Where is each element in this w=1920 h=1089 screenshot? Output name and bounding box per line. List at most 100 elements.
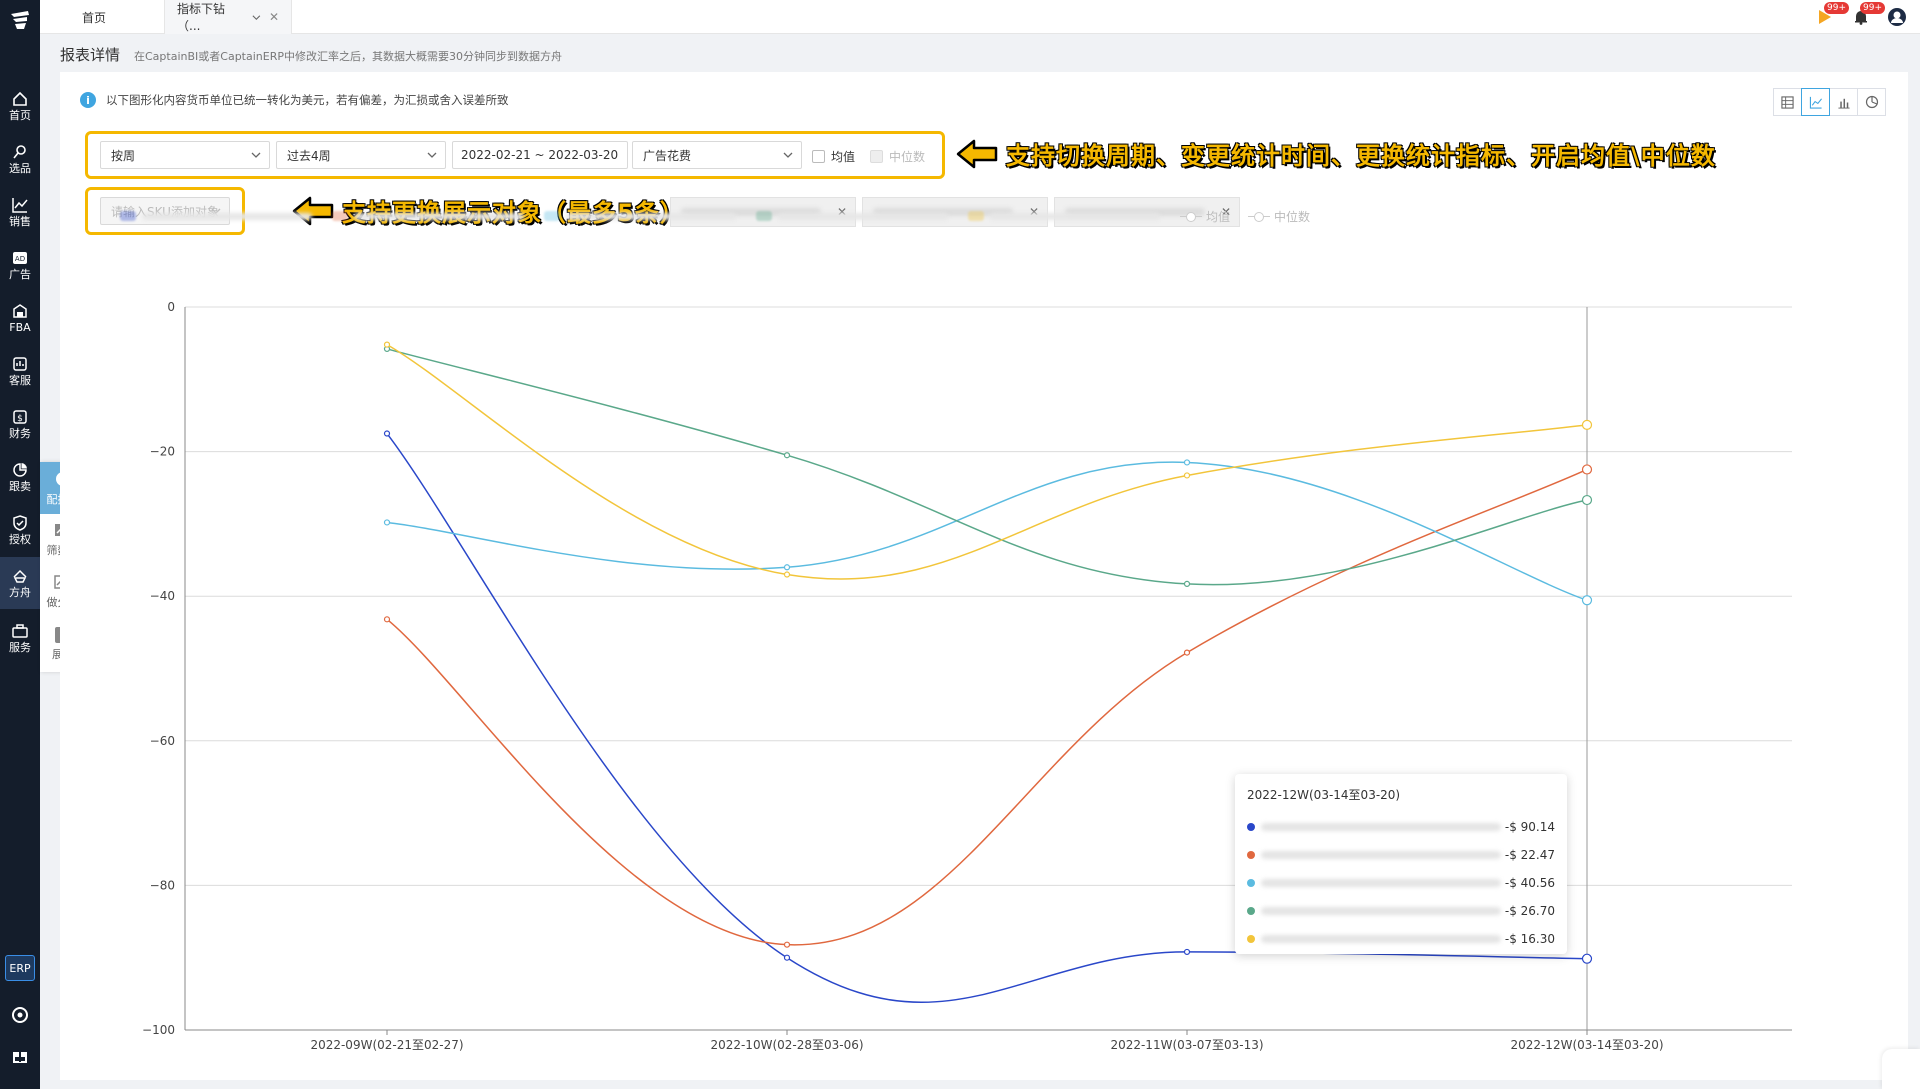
search-icon	[13, 144, 26, 158]
series-line-cyan	[386, 461, 1588, 601]
nav-label: 首页	[9, 108, 31, 122]
erp-button[interactable]: ERP	[5, 955, 35, 981]
y-tick-label: −40	[150, 589, 175, 603]
gift-icon[interactable]	[0, 1040, 40, 1070]
tooltip-dot	[1247, 879, 1255, 887]
shield-icon	[13, 514, 27, 531]
x-tick-label: 2022-11W(03-07至03-13)	[1110, 1038, 1263, 1052]
tooltip-label	[1261, 823, 1501, 831]
chevron-down-icon[interactable]	[252, 13, 261, 22]
y-tick-label: 0	[167, 300, 175, 314]
tooltip-dot	[1247, 935, 1255, 943]
data-point	[1183, 580, 1191, 588]
tooltip-label	[1261, 851, 1501, 859]
y-tick-label: −80	[150, 878, 175, 892]
data-point	[1581, 419, 1593, 430]
nav-label: 财务	[9, 426, 31, 440]
tab-bar: 首页 指标下钻（... ✕ 99+ 99+	[40, 0, 1920, 34]
corner-widget[interactable]	[1882, 1049, 1920, 1089]
tooltip-row: -$ 90.14	[1247, 813, 1555, 841]
line-chart: 0 −20 −40 −60 −80 −100 2022-09W(02-21至02-27) 20…	[142, 300, 1792, 1052]
tab-home[interactable]: 首页	[70, 0, 118, 34]
data-point	[1183, 459, 1191, 466]
bell-icon[interactable]: 99+	[1850, 2, 1885, 28]
nav-item-10[interactable]: 服务	[0, 612, 40, 664]
flag-badge: 99+	[1824, 2, 1849, 14]
svg-text:AD: AD	[15, 255, 25, 263]
tooltip-dot	[1247, 907, 1255, 915]
svg-text:$: $	[17, 414, 23, 424]
tooltip-value: -$ 40.56	[1504, 876, 1555, 890]
nav-item-6[interactable]: $ 财务	[0, 398, 40, 450]
support-icon[interactable]	[0, 1000, 40, 1030]
captain-logo-icon[interactable]	[8, 8, 32, 32]
nav-label: FBA	[9, 320, 31, 334]
flag-icon[interactable]: 99+	[1814, 2, 1849, 28]
tooltip-value: -$ 16.30	[1504, 932, 1555, 946]
nav-label: 授权	[9, 532, 31, 546]
data-point	[1183, 948, 1191, 956]
tooltip-value: -$ 26.70	[1504, 904, 1555, 918]
data-point	[783, 954, 791, 961]
tooltip-row: -$ 40.56	[1247, 869, 1555, 897]
tooltip-row: -$ 26.70	[1247, 897, 1555, 925]
warehouse-icon	[13, 303, 27, 318]
nav-label: 方舟	[9, 585, 31, 599]
tooltip-value: -$ 90.14	[1504, 820, 1555, 834]
nav-item-8[interactable]: 授权	[0, 504, 40, 556]
ark-icon	[13, 569, 27, 583]
nav-item-1[interactable]: 选品	[0, 133, 40, 185]
nav-item-9[interactable]: 方舟	[0, 557, 40, 609]
main-nav: 首页选品销售 AD 广告 FBA 客服 $ 财务跟卖授权方舟服务 ERP	[0, 0, 40, 1089]
nav-item-7[interactable]: 跟卖	[0, 451, 40, 503]
tooltip-row: -$ 16.30	[1247, 925, 1555, 953]
nav-label: 销售	[9, 214, 31, 228]
tooltip-dot	[1247, 851, 1255, 859]
data-point	[383, 430, 391, 437]
data-point	[783, 452, 791, 459]
tooltip-label	[1261, 935, 1501, 943]
page-subtitle: 在CaptainBI或者CaptainERP中修改汇率之后，其数据大概需要30分…	[134, 50, 562, 63]
nav-label: 跟卖	[9, 479, 31, 493]
avatar[interactable]	[1886, 6, 1908, 28]
line-chart-icon	[1809, 96, 1822, 109]
data-point	[783, 571, 791, 578]
bell-badge: 99+	[1860, 2, 1885, 14]
finance-icon: $	[13, 409, 27, 424]
y-tick-label: −60	[150, 734, 175, 748]
x-tick-label: 2022-09W(02-21至02-27)	[310, 1038, 463, 1052]
tooltip-value: -$ 22.47	[1504, 848, 1555, 862]
briefcase-icon	[12, 623, 28, 638]
data-point	[1581, 595, 1593, 606]
x-tick-label: 2022-10W(02-28至03-06)	[710, 1038, 863, 1052]
service-icon	[13, 356, 27, 371]
tooltip-row: -$ 22.47	[1247, 841, 1555, 869]
nav-label: 客服	[9, 373, 31, 387]
line-view-button[interactable]	[1801, 88, 1830, 116]
nav-item-2[interactable]: 销售	[0, 186, 40, 238]
ad-icon: AD	[13, 251, 27, 264]
nav-item-4[interactable]: FBA	[0, 292, 40, 344]
nav-item-3[interactable]: AD 广告	[0, 239, 40, 291]
home-icon	[13, 91, 27, 106]
nav-label: 选品	[9, 161, 31, 175]
data-point	[383, 519, 391, 526]
data-point	[783, 564, 791, 571]
data-point	[1183, 472, 1191, 479]
tooltip-label	[1261, 879, 1501, 887]
trend-icon	[12, 197, 28, 213]
close-tab-icon[interactable]: ✕	[269, 10, 279, 24]
y-tick-label: −100	[142, 1023, 175, 1037]
page-title: 报表详情	[60, 46, 121, 64]
report-card: i 以下图形化内容货币单位已统一转化为美元，若有偏差，为汇损或舍入误差所致 按周…	[60, 72, 1908, 1080]
nav-item-5[interactable]: 客服	[0, 345, 40, 397]
nav-item-0[interactable]: 首页	[0, 80, 40, 132]
data-point	[1581, 464, 1593, 475]
tooltip-label	[1261, 907, 1501, 915]
data-point	[783, 941, 791, 948]
nav-label: 广告	[9, 267, 31, 281]
chart-tooltip: 2022-12W(03-14至03-20) -$ 90.14 -$ 22.47 …	[1235, 774, 1567, 954]
x-tick-label: 2022-12W(03-14至03-20)	[1510, 1038, 1663, 1052]
data-point	[1581, 953, 1593, 964]
tab-metric-drilldown[interactable]: 指标下钻（... ✕	[164, 0, 292, 34]
